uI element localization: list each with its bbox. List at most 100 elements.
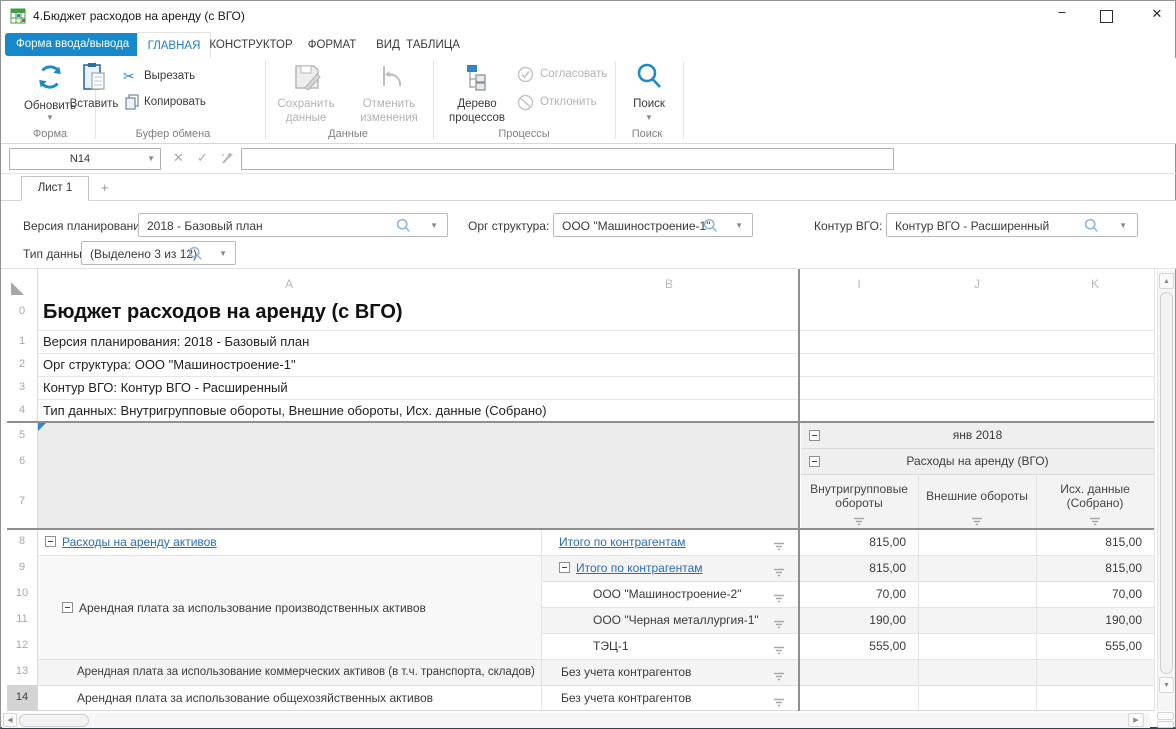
- measure-header-intragroup[interactable]: Внутригрупповые обороты: [801, 474, 918, 529]
- col-header-B[interactable]: B: [665, 277, 673, 291]
- tab-format[interactable]: ФОРМАТ: [308, 39, 357, 51]
- cell-K10-value[interactable]: 70,00: [1036, 587, 1142, 601]
- cell-A14-text[interactable]: Арендная плата за использование общехозя…: [77, 691, 433, 705]
- col-header-K[interactable]: K: [1091, 277, 1099, 291]
- minimize-button[interactable]: −: [1049, 4, 1075, 28]
- cancel-entry-icon[interactable]: ✕: [173, 150, 184, 166]
- cell-B13-text[interactable]: Без учета контрагентов: [561, 665, 691, 679]
- cell-B11-text[interactable]: ООО "Черная металлургия-1": [593, 613, 759, 627]
- cell-K12-value[interactable]: 555,00: [1036, 639, 1142, 653]
- scroll-left-button[interactable]: ◀: [3, 713, 17, 727]
- undo-changes-button[interactable]: Отменить изменения: [353, 60, 425, 126]
- split-button-bottom[interactable]: [1157, 721, 1174, 728]
- measure-group-header-cell[interactable]: Расходы на аренду (ВГО): [801, 448, 1154, 474]
- horizontal-scrollbar[interactable]: ◀ ▶: [2, 713, 1150, 728]
- filter-icon[interactable]: [773, 538, 785, 556]
- paste-button[interactable]: Вставить: [67, 60, 121, 122]
- select-all-corner[interactable]: [11, 282, 24, 295]
- col-header-I[interactable]: I: [857, 277, 860, 291]
- cell-B12-text[interactable]: ТЭЦ-1: [593, 639, 629, 653]
- datatype-filter-combo[interactable]: (Выделено 3 из 12) ▼: [81, 241, 236, 265]
- measure-header-source[interactable]: Исх. данные (Собрано): [1036, 474, 1154, 529]
- filter-icon[interactable]: [773, 590, 785, 608]
- cell-I10-value[interactable]: 70,00: [801, 587, 906, 601]
- row-header-9[interactable]: 9: [19, 561, 25, 573]
- filter-icon[interactable]: [773, 668, 785, 686]
- collapse-icon[interactable]: [45, 536, 56, 547]
- search-icon[interactable]: [396, 218, 411, 238]
- tab-vid[interactable]: ВИД: [376, 39, 400, 51]
- header-merged-empty-cell[interactable]: [38, 422, 798, 529]
- filter-icon[interactable]: [773, 564, 785, 582]
- cell-B10-text[interactable]: ООО "Машиностроение-2": [593, 587, 741, 601]
- chevron-down-icon[interactable]: ▼: [430, 221, 438, 230]
- org-filter-combo[interactable]: ООО "Машиностроение-1" ▼: [553, 213, 753, 237]
- cell-B9-link[interactable]: Итого по контрагентам: [576, 561, 703, 575]
- filter-icon[interactable]: [773, 694, 785, 712]
- search-icon[interactable]: [188, 246, 203, 266]
- row-header-14[interactable]: 14: [16, 691, 28, 703]
- row-header-0[interactable]: 0: [19, 305, 25, 317]
- cell-A13-text[interactable]: Арендная плата за использование коммерче…: [77, 666, 535, 678]
- filter-icon[interactable]: [773, 642, 785, 660]
- col-header-A[interactable]: A: [285, 277, 293, 291]
- row-header-5[interactable]: 5: [19, 429, 25, 441]
- add-sheet-button[interactable]: +: [101, 180, 109, 195]
- copy-button[interactable]: Копировать: [123, 94, 233, 112]
- row-header-10[interactable]: 10: [16, 587, 28, 599]
- search-icon[interactable]: [703, 218, 718, 238]
- cell-I11-value[interactable]: 190,00: [801, 613, 906, 627]
- cell-I8-value[interactable]: 815,00: [801, 535, 906, 549]
- scroll-right-button[interactable]: ▶: [1128, 713, 1144, 727]
- col-header-J[interactable]: J: [974, 277, 980, 291]
- cell-A8-link[interactable]: Расходы на аренду активов: [62, 535, 217, 549]
- insert-function-icon[interactable]: [219, 150, 235, 171]
- search-button[interactable]: Поиск ▼: [619, 60, 677, 124]
- save-data-button[interactable]: Сохранить данные: [273, 60, 339, 126]
- collapse-icon[interactable]: [559, 562, 570, 573]
- cell-K11-value[interactable]: 190,00: [1036, 613, 1142, 627]
- collapse-icon[interactable]: [62, 602, 73, 613]
- row-header-7[interactable]: 7: [19, 495, 25, 507]
- chevron-down-icon[interactable]: ▼: [147, 154, 155, 163]
- tab-glavnaya[interactable]: ГЛАВНАЯ: [137, 32, 211, 59]
- process-tree-button[interactable]: Дерево процессов: [443, 60, 511, 126]
- period-header-cell[interactable]: янв 2018: [801, 422, 1154, 448]
- cell-A4-info[interactable]: Тип данных: Внутригрупповые обороты, Вне…: [43, 403, 547, 418]
- cell-B8-link[interactable]: Итого по контрагентам: [559, 535, 686, 549]
- search-icon[interactable]: [1084, 218, 1099, 238]
- cell-I12-value[interactable]: 555,00: [801, 639, 906, 653]
- cell-B14-text[interactable]: Без учета контрагентов: [561, 691, 691, 705]
- close-button[interactable]: ✕: [1144, 6, 1170, 30]
- scroll-up-button[interactable]: ▲: [1159, 273, 1174, 289]
- cut-button[interactable]: ✂ Вырезать: [123, 68, 233, 86]
- formula-input[interactable]: [241, 148, 894, 170]
- tab-tablitsa[interactable]: ТАБЛИЦА: [406, 39, 460, 51]
- vertical-scrollbar[interactable]: ▲ ▼: [1157, 271, 1175, 711]
- version-filter-combo[interactable]: 2018 - Базовый план ▼: [138, 213, 448, 237]
- chevron-down-icon[interactable]: ▼: [1119, 221, 1127, 230]
- measure-header-external[interactable]: Внешние обороты: [918, 474, 1036, 529]
- row-header-6[interactable]: 6: [19, 455, 25, 467]
- cell-I9-value[interactable]: 815,00: [801, 561, 906, 575]
- tab-konstruktor[interactable]: КОНСТРУКТОР: [209, 39, 292, 51]
- row-header-8[interactable]: 8: [19, 535, 25, 547]
- vgo-filter-combo[interactable]: Контур ВГО - Расширенный ▼: [886, 213, 1138, 237]
- row-header-11[interactable]: 11: [16, 613, 27, 625]
- cell-K8-value[interactable]: 815,00: [1036, 535, 1142, 549]
- cell-K9-value[interactable]: 815,00: [1036, 561, 1142, 575]
- cell-A0-report-title[interactable]: Бюджет расходов на аренду (с ВГО): [43, 301, 403, 324]
- confirm-entry-icon[interactable]: ✓: [197, 150, 208, 166]
- sheet-tab-list1[interactable]: Лист 1: [21, 176, 89, 201]
- chevron-down-icon[interactable]: ▼: [219, 249, 227, 258]
- cell-name-box[interactable]: N14 ▼: [9, 148, 161, 170]
- cell-A2-info[interactable]: Орг структура: ООО "Машиностроение-1": [43, 357, 296, 372]
- row-header-3[interactable]: 3: [19, 381, 25, 393]
- vertical-scroll-thumb[interactable]: [1160, 292, 1173, 674]
- row-header-12[interactable]: 12: [16, 639, 28, 651]
- split-button-top[interactable]: [1157, 712, 1174, 720]
- horizontal-scroll-thumb[interactable]: [19, 714, 89, 727]
- row-header-2[interactable]: 2: [19, 358, 25, 370]
- maximize-button[interactable]: [1100, 10, 1113, 23]
- row-header-1[interactable]: 1: [19, 335, 25, 347]
